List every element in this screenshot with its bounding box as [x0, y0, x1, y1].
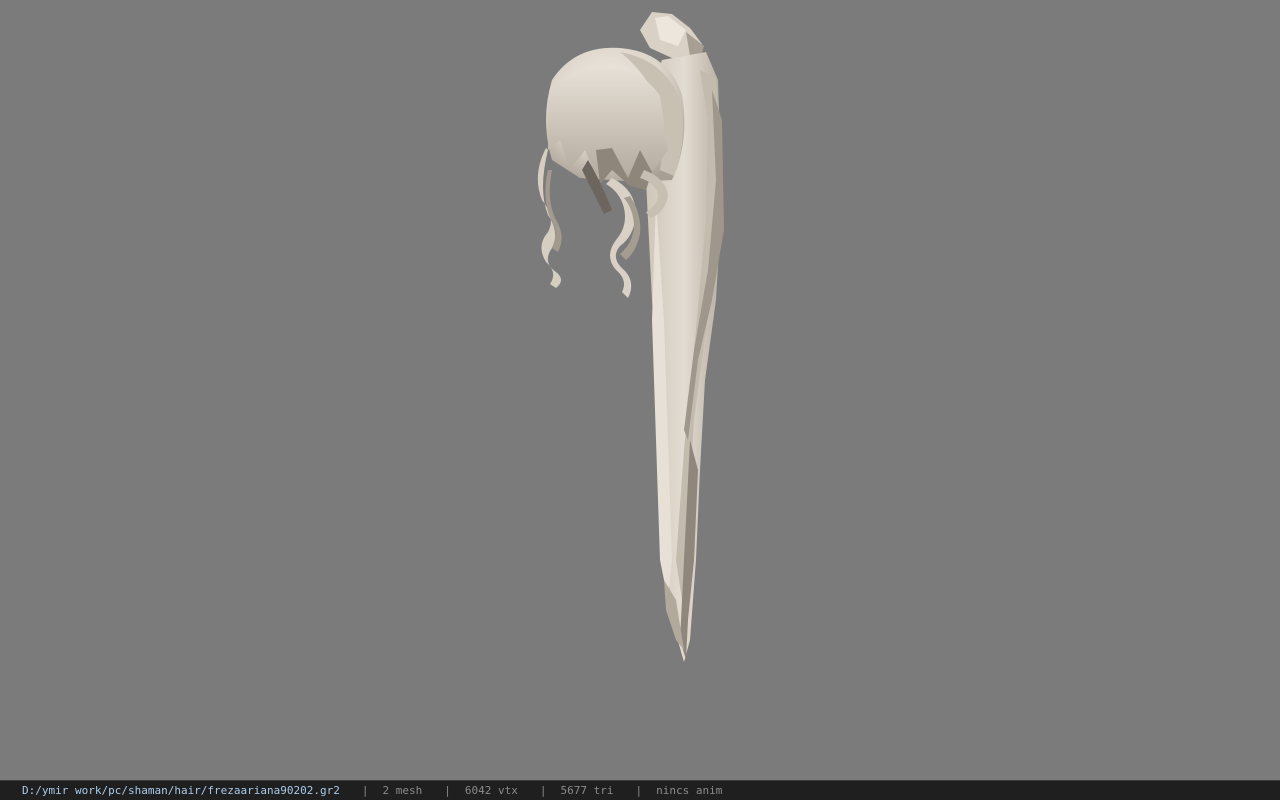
animation-status: nincs anim	[656, 784, 723, 797]
mesh-count: 2 mesh	[382, 784, 423, 797]
separator: |	[361, 784, 369, 797]
triangle-count: 5677 tri	[560, 784, 614, 797]
vertex-count: 6042 vtx	[464, 784, 518, 797]
hair-model-render	[537, 12, 724, 662]
separator: |	[539, 784, 547, 797]
hair-left-curl	[537, 148, 562, 288]
status-bar: D:/ymir work/pc/shaman/hair/frezaariana9…	[0, 780, 1280, 800]
file-path: D:/ymir work/pc/shaman/hair/frezaariana9…	[22, 784, 340, 797]
separator: |	[444, 784, 451, 797]
3d-viewport[interactable]	[0, 0, 1280, 780]
separator: |	[635, 784, 643, 797]
